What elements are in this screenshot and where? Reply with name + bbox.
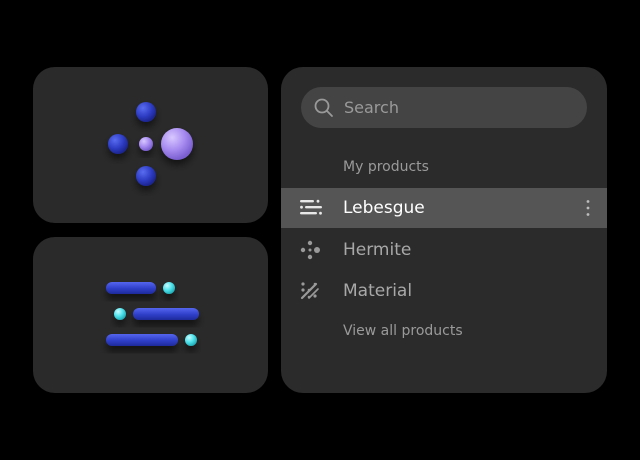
lebesgue-illustration — [106, 282, 199, 346]
product-item-label: Material — [343, 281, 413, 301]
lebesgue-illustration-card — [33, 237, 268, 393]
hermite-dots-icon — [300, 240, 320, 260]
bar-middle — [133, 308, 199, 320]
sphere-center — [139, 137, 153, 151]
view-all-products-link[interactable]: View all products — [343, 323, 463, 339]
sphere-left — [108, 134, 128, 154]
product-item-lebesgue[interactable]: Lebesgue — [281, 188, 607, 228]
product-item-label: Hermite — [343, 240, 412, 260]
product-item-material[interactable]: Material — [281, 271, 607, 311]
dot-bottom — [185, 334, 197, 346]
sphere-bottom — [136, 166, 156, 186]
hermite-illustration-card — [33, 67, 268, 223]
bar-bottom — [106, 334, 178, 346]
product-menu-panel: My products Lebesgue — [281, 67, 607, 393]
app-stage: My products Lebesgue — [0, 0, 640, 460]
material-pattern-icon — [300, 282, 319, 300]
sphere-large — [161, 128, 193, 160]
lebesgue-lines-icon — [300, 199, 322, 215]
bar-top — [106, 282, 156, 294]
hermite-illustration — [108, 102, 193, 186]
search-bar[interactable] — [301, 87, 587, 128]
search-icon — [314, 98, 333, 117]
more-options-icon[interactable] — [581, 198, 595, 218]
dot-top — [163, 282, 175, 294]
product-item-hermite[interactable]: Hermite — [281, 230, 607, 270]
dot-middle — [114, 308, 126, 320]
product-item-label: Lebesgue — [343, 198, 425, 218]
section-label: My products — [343, 159, 429, 175]
search-input[interactable] — [344, 92, 574, 123]
sphere-top — [136, 102, 156, 122]
